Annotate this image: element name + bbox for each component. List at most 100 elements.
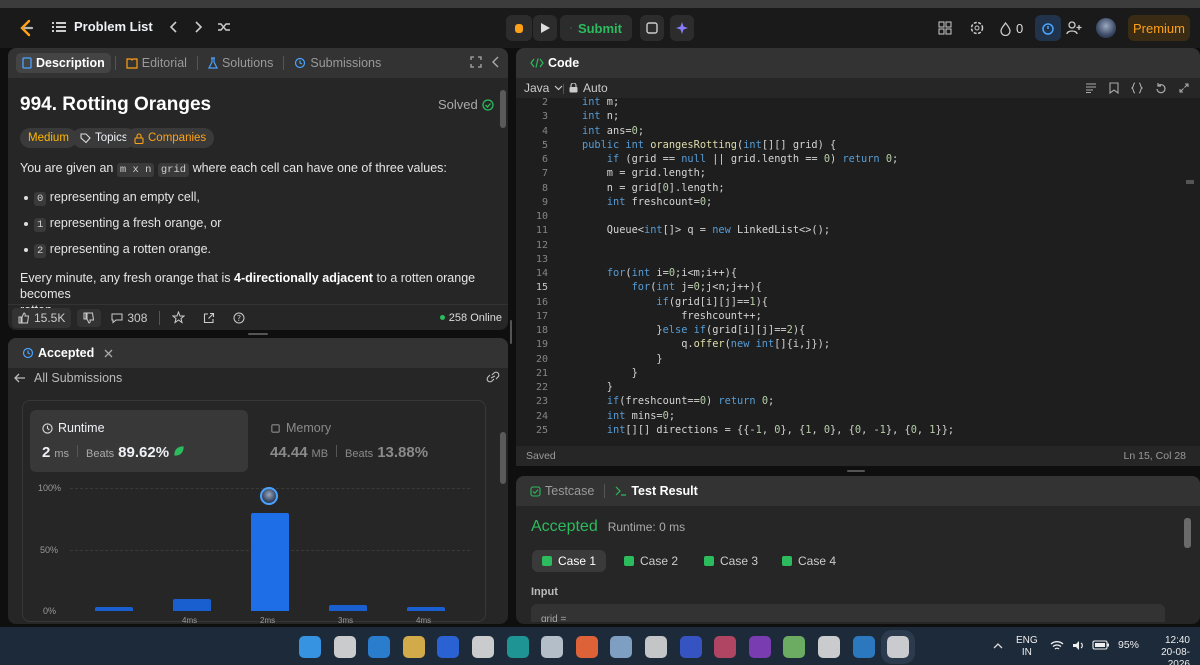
vertical-resize-handle[interactable] (510, 320, 512, 344)
notes-button[interactable] (640, 15, 664, 41)
help-icon[interactable]: ? (233, 312, 245, 324)
start-icon[interactable] (299, 636, 321, 658)
chrome-profile-icon[interactable] (881, 630, 916, 664)
zoom-icon[interactable] (437, 636, 460, 658)
code-scrollbar[interactable] (1186, 180, 1194, 184)
edge-icon[interactable] (506, 636, 529, 658)
problem-title[interactable]: 994. Rotting Oranges (20, 94, 211, 116)
photos-icon[interactable] (714, 636, 737, 658)
runtime-card[interactable] (30, 410, 248, 472)
user-avatar[interactable] (1096, 18, 1116, 38)
postman-icon[interactable] (575, 636, 598, 658)
code-line[interactable]: }else if(grid[i][j]==2){ (582, 324, 805, 336)
slack-icon[interactable] (333, 636, 356, 658)
add-friend-icon[interactable] (1066, 20, 1082, 36)
tab-solutions[interactable]: Solutions (202, 53, 279, 73)
phone-icon[interactable] (541, 636, 564, 658)
tab-test-result[interactable]: Test Result (609, 481, 703, 501)
code-line[interactable]: q.offer(new int[]{i,j}); (582, 338, 830, 350)
chatgpt-icon[interactable] (818, 636, 840, 658)
debug-button[interactable] (506, 15, 532, 41)
onenote-icon[interactable] (748, 636, 771, 658)
input-box[interactable]: grid = (531, 604, 1165, 622)
terminal-icon[interactable] (645, 636, 667, 658)
braces-icon[interactable] (1131, 82, 1143, 94)
tab-editorial[interactable]: Editorial (120, 53, 193, 73)
tab-accepted[interactable]: Accepted (16, 343, 100, 363)
shuffle-icon[interactable] (217, 21, 231, 33)
language-indicator[interactable]: ENG IN (1016, 635, 1038, 659)
chevron-left-icon[interactable] (169, 20, 179, 33)
case-tab-3[interactable]: Case 3 (694, 550, 768, 572)
editor-resize-handle[interactable] (847, 470, 865, 472)
language-select[interactable]: Java (524, 81, 563, 95)
link-icon[interactable] (486, 371, 500, 383)
star-icon[interactable] (172, 311, 186, 324)
code-line[interactable]: if(freshcount==0) return 0; (582, 395, 774, 407)
code-line[interactable]: int n; (582, 110, 619, 122)
tab-submissions[interactable]: Submissions (288, 53, 387, 73)
tab-testcase[interactable]: Testcase (524, 481, 600, 501)
companies-chip[interactable]: Companies (126, 128, 215, 148)
chart-bar[interactable] (329, 604, 367, 611)
drive-icon[interactable] (679, 636, 702, 658)
settings-icon[interactable] (969, 20, 985, 36)
chevron-up-icon[interactable] (993, 643, 1003, 649)
premium-button[interactable]: Premium (1128, 15, 1190, 41)
chrome-icon[interactable] (472, 636, 494, 658)
chart-bar[interactable] (407, 607, 445, 611)
code-line[interactable]: for(int j=0;j<n;j++){ (582, 281, 762, 293)
format-icon[interactable] (1085, 83, 1097, 93)
expand-icon[interactable] (1179, 83, 1189, 93)
notepad-icon[interactable] (783, 636, 806, 658)
chart-bar[interactable] (173, 598, 211, 611)
file-explorer-icon[interactable] (402, 636, 425, 658)
case-tab-1[interactable]: Case 1 (532, 550, 607, 572)
submit-button[interactable]: Submit (560, 15, 632, 41)
case-tab-4[interactable]: Case 4 (772, 550, 846, 572)
code-line[interactable]: if(grid[i][j]==1){ (582, 296, 768, 308)
streak-counter[interactable]: 0 (1000, 21, 1023, 36)
system-tray[interactable]: 95% (1050, 639, 1139, 651)
code-line[interactable]: int[][] directions = {{-1, 0}, {1, 0}, {… (582, 424, 954, 436)
horizontal-resize-handle[interactable] (248, 333, 268, 335)
code-line[interactable]: int ans=0; (582, 125, 644, 137)
code-line[interactable]: int mins=0; (582, 410, 675, 422)
ai-assistant-button[interactable] (670, 15, 694, 41)
comments-button[interactable]: 308 (111, 311, 147, 325)
tab-code[interactable]: Code (524, 53, 585, 73)
bookmark-icon[interactable] (1109, 82, 1119, 94)
test-scrollbar[interactable] (1184, 518, 1191, 548)
chart-bar[interactable] (251, 512, 289, 611)
list-icon[interactable] (52, 21, 66, 33)
code-line[interactable]: m = grid.length; (582, 167, 706, 179)
code-line[interactable]: } (582, 381, 613, 393)
code-line[interactable]: freshcount++; (582, 310, 762, 322)
code-line[interactable]: int m; (582, 96, 619, 108)
network-share-icon[interactable] (610, 636, 633, 658)
collapse-left-icon[interactable] (492, 56, 500, 68)
code-line[interactable]: } (582, 367, 638, 379)
run-button[interactable] (533, 15, 557, 41)
clock[interactable]: 12:40 20-08-2026 (1148, 635, 1190, 665)
result-scrollbar[interactable] (500, 432, 506, 484)
share-icon[interactable] (203, 312, 215, 324)
dislike-button[interactable] (77, 308, 102, 327)
code-line[interactable]: public int orangesRotting(int[][] grid) … (582, 139, 836, 151)
timer-button[interactable] (1035, 15, 1061, 41)
code-line[interactable]: for(int i=0;i<m;i++){ (582, 267, 737, 279)
network-icon[interactable] (368, 636, 391, 658)
layout-icon[interactable] (938, 21, 952, 35)
auto-mode[interactable]: Auto (569, 81, 608, 95)
reset-icon[interactable] (1155, 82, 1167, 94)
like-button[interactable]: 15.5K (12, 307, 72, 328)
chart-bar[interactable] (95, 607, 133, 611)
problem-list-link[interactable]: Problem List (74, 19, 153, 34)
maximize-icon[interactable] (470, 56, 482, 68)
code-line[interactable]: if (grid == null || grid.length == 0) re… (582, 153, 898, 165)
description-scrollbar[interactable] (500, 90, 506, 128)
leetcode-logo[interactable] (16, 18, 36, 38)
chevron-right-icon[interactable] (193, 20, 203, 33)
vscode-icon[interactable] (852, 636, 875, 658)
code-line[interactable]: n = grid[0].length; (582, 182, 725, 194)
